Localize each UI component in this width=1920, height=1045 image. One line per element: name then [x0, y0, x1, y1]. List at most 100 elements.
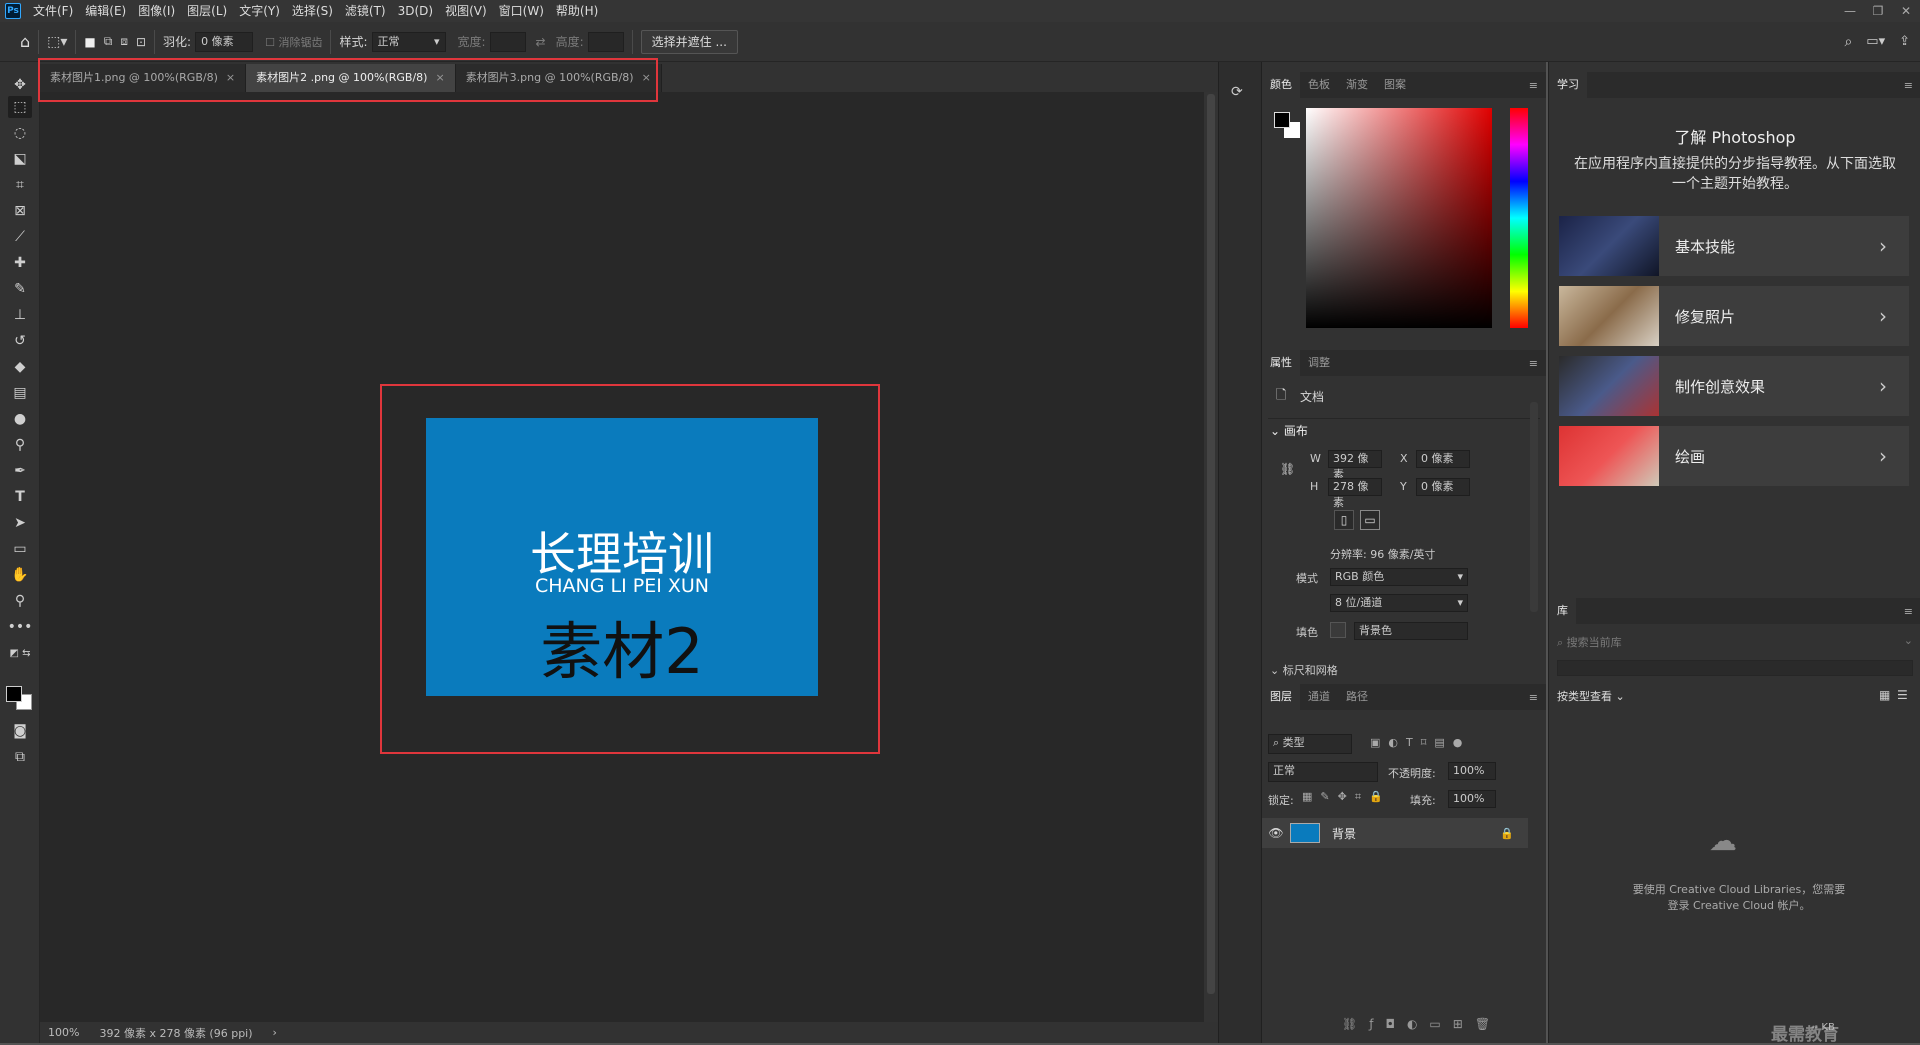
menu-edit[interactable]: 编辑(E): [79, 0, 132, 22]
menu-layer[interactable]: 图层(L): [181, 0, 233, 22]
bit-depth-select[interactable]: 8 位/通道 ▾: [1330, 594, 1468, 612]
portrait-orientation-icon[interactable]: ▯: [1334, 510, 1354, 530]
lock-icons[interactable]: ▦✎✥⌗🔒: [1302, 790, 1391, 804]
properties-scrollbar[interactable]: [1530, 402, 1538, 612]
library-select[interactable]: [1557, 660, 1913, 676]
grid-view-icon[interactable]: ▦: [1879, 688, 1890, 702]
menu-image[interactable]: 图像(I): [132, 0, 181, 22]
scrollbar-thumb[interactable]: [1207, 94, 1215, 994]
layer-actions-bar[interactable]: ⛓ƒ◘◐▭⊞🗑: [1342, 1017, 1502, 1031]
menu-select[interactable]: 选择(S): [286, 0, 339, 22]
link-icon[interactable]: ⛓: [1280, 462, 1295, 476]
tab-color[interactable]: 颜色: [1262, 72, 1300, 98]
mode-select[interactable]: RGB 颜色 ▾: [1330, 568, 1468, 586]
menu-file[interactable]: 文件(F): [27, 0, 79, 22]
foreground-color-swatch[interactable]: [6, 686, 22, 702]
hue-slider[interactable]: [1510, 108, 1528, 328]
menu-help[interactable]: 帮助(H): [550, 0, 604, 22]
zoom-level[interactable]: 100%: [48, 1026, 79, 1039]
minimize-icon[interactable]: —: [1836, 4, 1864, 18]
hand-tool-icon[interactable]: ✋: [8, 564, 32, 586]
width-field[interactable]: 392 像素: [1328, 450, 1382, 481]
tab-swatches[interactable]: 色板: [1300, 72, 1338, 98]
new-selection-icon[interactable]: ■: [84, 35, 95, 49]
color-fg-swatch[interactable]: [1274, 112, 1290, 128]
screen-mode-icon[interactable]: ⧉: [8, 746, 32, 768]
fill-select[interactable]: 背景色: [1354, 622, 1468, 640]
panel-menu-icon[interactable]: ≡: [1529, 691, 1538, 704]
vertical-scrollbar[interactable]: [1204, 92, 1218, 1022]
subtract-selection-icon[interactable]: ⧈: [120, 34, 128, 49]
tab-layers[interactable]: 图层: [1262, 684, 1300, 710]
height-input[interactable]: [587, 31, 624, 52]
learn-card-fix-photo[interactable]: 修复照片 ›: [1559, 286, 1909, 346]
color-picker-field[interactable]: [1306, 108, 1492, 328]
gradient-tool-icon[interactable]: ▤: [8, 382, 32, 404]
y-field[interactable]: 0 像素: [1416, 478, 1470, 496]
panel-menu-icon[interactable]: ≡: [1529, 79, 1538, 92]
layer-row-background[interactable]: 👁 背景 🔒: [1262, 818, 1528, 848]
clone-stamp-tool-icon[interactable]: ⊥: [8, 304, 32, 326]
type-tool-icon[interactable]: T: [8, 486, 32, 508]
restore-icon[interactable]: ❐: [1864, 4, 1892, 18]
tab-patterns[interactable]: 图案: [1376, 72, 1414, 98]
antialias-checkbox[interactable]: ☐ 消除锯齿: [265, 34, 322, 50]
height-field[interactable]: 278 像素: [1328, 478, 1382, 509]
tab-paths[interactable]: 路径: [1338, 684, 1376, 710]
quick-mask-icon[interactable]: ◙: [8, 720, 32, 742]
style-select[interactable]: 正常 ▾: [371, 31, 446, 52]
default-colors-icon[interactable]: ◩ ⇆: [8, 642, 32, 664]
learn-card-painting[interactable]: 绘画 ›: [1559, 426, 1909, 486]
lasso-tool-icon[interactable]: ◌: [8, 122, 32, 144]
blur-tool-icon[interactable]: ●: [8, 408, 32, 430]
opacity-field[interactable]: 100%: [1448, 762, 1496, 780]
select-and-mask-button[interactable]: 选择并遮住 ...: [640, 29, 738, 54]
zoom-tool-icon[interactable]: ⚲: [8, 590, 32, 612]
x-field[interactable]: 0 像素: [1416, 450, 1470, 468]
swap-icon[interactable]: ⇄: [536, 35, 546, 49]
menu-window[interactable]: 窗口(W): [493, 0, 550, 22]
library-search[interactable]: ⌕ 搜索当前库 ⌄: [1557, 634, 1913, 650]
layer-filter-select[interactable]: ⌕ 类型: [1268, 734, 1352, 754]
width-input[interactable]: [489, 31, 526, 52]
view-by-type-select[interactable]: 按类型查看 ⌄: [1557, 688, 1625, 704]
lock-icon[interactable]: 🔒: [1500, 827, 1514, 840]
home-icon[interactable]: ⌂: [20, 32, 30, 51]
tab-libraries[interactable]: 库: [1549, 598, 1576, 624]
share-icon[interactable]: ⇪: [1899, 34, 1910, 49]
tab-learn[interactable]: 学习: [1549, 72, 1587, 98]
tab-channels[interactable]: 通道: [1300, 684, 1338, 710]
rulers-section-toggle[interactable]: ⌄ 标尺和网格: [1270, 662, 1338, 678]
rectangular-marquee-tool-icon[interactable]: ⬚: [8, 96, 32, 118]
brush-tool-icon[interactable]: ✎: [8, 278, 32, 300]
tab-adjustments[interactable]: 调整: [1300, 350, 1338, 376]
more-tools-icon[interactable]: •••: [8, 616, 33, 638]
history-panel-icon[interactable]: ⟳: [1231, 84, 1243, 100]
menu-3d[interactable]: 3D(D): [392, 0, 439, 22]
add-selection-icon[interactable]: ⧉: [104, 34, 113, 49]
tab-properties[interactable]: 属性: [1262, 350, 1300, 376]
learn-card-basic-skills[interactable]: 基本技能 ›: [1559, 216, 1909, 276]
fill-swatch[interactable]: [1330, 622, 1346, 638]
panel-menu-icon[interactable]: ≡: [1904, 79, 1913, 92]
frame-tool-icon[interactable]: ⊠: [8, 200, 32, 222]
intersect-selection-icon[interactable]: ⊡: [136, 35, 146, 49]
marquee-preset-icon[interactable]: ⬚▾: [47, 34, 67, 50]
tab-gradients[interactable]: 渐变: [1338, 72, 1376, 98]
fill-opacity-field[interactable]: 100%: [1448, 790, 1496, 808]
pen-tool-icon[interactable]: ✒: [8, 460, 32, 482]
chevron-right-icon[interactable]: ›: [273, 1026, 277, 1039]
landscape-orientation-icon[interactable]: ▭: [1360, 510, 1380, 530]
blend-mode-select[interactable]: 正常: [1268, 762, 1378, 782]
eraser-tool-icon[interactable]: ◆: [8, 356, 32, 378]
healing-brush-tool-icon[interactable]: ✚: [8, 252, 32, 274]
canvas-section-toggle[interactable]: ⌄ 画布: [1270, 422, 1308, 439]
close-icon[interactable]: ✕: [1892, 4, 1920, 18]
panel-menu-icon[interactable]: ≡: [1904, 605, 1913, 618]
rectangle-tool-icon[interactable]: ▭: [8, 538, 32, 560]
menu-filter[interactable]: 滤镜(T): [339, 0, 392, 22]
panel-menu-icon[interactable]: ≡: [1529, 357, 1538, 370]
path-selection-tool-icon[interactable]: ➤: [8, 512, 32, 534]
object-selection-tool-icon[interactable]: ⬕: [8, 148, 32, 170]
dodge-tool-icon[interactable]: ⚲: [8, 434, 32, 456]
